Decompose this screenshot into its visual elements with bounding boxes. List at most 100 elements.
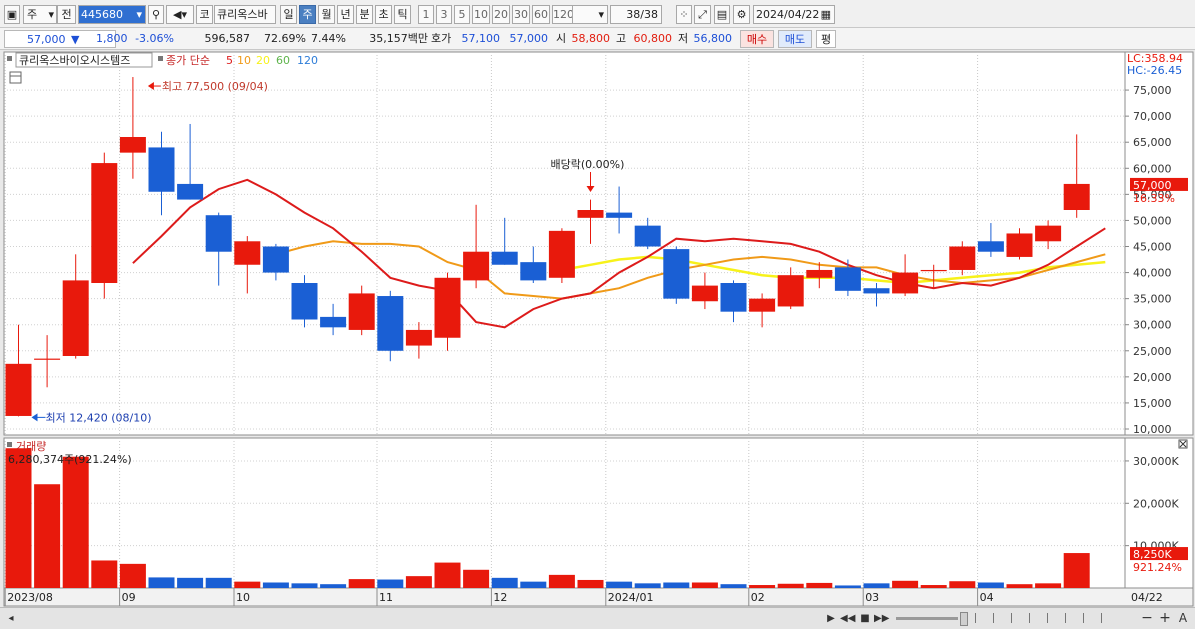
volume-bar — [863, 583, 890, 588]
legend-square-icon — [158, 56, 163, 61]
candle-body — [291, 283, 318, 320]
interval-button-30[interactable]: 30 — [512, 5, 530, 24]
dividend-annotation: 배당락(0.00%) — [551, 158, 625, 171]
interval-button-5[interactable]: 5 — [454, 5, 470, 24]
dropdown-arrow-icon: ▾ — [598, 8, 604, 21]
date-label: 2024/01 — [608, 591, 654, 604]
volume-bar — [91, 560, 118, 588]
stock-code-input[interactable]: 445680 ▾ — [78, 5, 146, 24]
volume-bar — [377, 579, 404, 588]
candle-body — [320, 316, 347, 328]
volume-bar — [634, 583, 661, 588]
interval-button-1[interactable]: 1 — [418, 5, 434, 24]
grid-icon[interactable]: ⁘ — [676, 5, 692, 24]
stock-name-field[interactable]: 큐리옥스바 — [214, 5, 276, 24]
flat-button[interactable]: 평 — [816, 30, 836, 48]
prev-button[interactable]: 전 — [57, 5, 76, 24]
date-input[interactable]: 2024/04/22 ▦ — [753, 5, 835, 24]
bid-price: 57,000 — [509, 32, 549, 45]
candle-body — [634, 225, 661, 247]
current-price: 57,000 — [27, 33, 66, 46]
candle-body — [119, 137, 146, 153]
zoom-slider-track[interactable] — [896, 617, 958, 620]
price-tick-label: 25,000 — [1133, 345, 1172, 358]
ask-price: 57,100 — [461, 32, 501, 45]
candle-body — [749, 298, 776, 312]
period-tab-1[interactable]: 주 — [299, 5, 316, 24]
buy-button[interactable]: 매수 — [740, 30, 774, 48]
candle-body — [34, 358, 61, 360]
candle-body — [491, 251, 518, 265]
low-price: 56,800 — [693, 32, 733, 45]
stop-icon[interactable]: ■ — [858, 611, 872, 626]
period-tab-5[interactable]: 초 — [375, 5, 392, 24]
candle-body — [348, 293, 375, 330]
zoom-tick — [993, 613, 994, 623]
hc-label: HC:-26.45 — [1127, 64, 1182, 77]
candle-body — [234, 241, 261, 265]
quote-bar: 57,000 ▼ 1,800 -3.06% 596,587 72.69% 7.4… — [0, 28, 1195, 50]
dropdown-arrow-icon: ▾ — [136, 8, 142, 21]
price-tick-label: 35,000 — [1133, 293, 1172, 306]
volume-bar — [62, 456, 89, 588]
volume-bar — [777, 583, 804, 588]
type-select[interactable]: 주 ▾ — [23, 5, 57, 24]
window-icon[interactable]: ▣ — [4, 5, 20, 24]
interval-button-60[interactable]: 60 — [532, 5, 550, 24]
zoom-out-icon[interactable]: − — [1140, 611, 1154, 626]
candle-body — [892, 272, 919, 294]
volume-tick-label: 20,000K — [1133, 497, 1179, 510]
settings-gear-icon[interactable]: ⚙ — [733, 5, 750, 24]
volume-title: 거래량 — [16, 440, 46, 453]
speaker-icon[interactable]: ◀▾ — [166, 5, 194, 24]
period-tab-3[interactable]: 년 — [337, 5, 354, 24]
period-tab-4[interactable]: 분 — [356, 5, 373, 24]
volume-bar — [892, 580, 919, 588]
legend-stock-name: 큐리옥스바이오시스템즈 — [19, 54, 130, 67]
save-icon[interactable]: ▤ — [714, 5, 730, 24]
turnover-rate: 7.44% — [311, 32, 346, 45]
interval-button-10[interactable]: 10 — [472, 5, 490, 24]
price-tick-label: 10,000 — [1133, 423, 1172, 436]
high-annotation: 최고 77,500 (09/04) — [162, 80, 268, 93]
period-tab-2[interactable]: 월 — [318, 5, 335, 24]
period-tab-6[interactable]: 틱 — [394, 5, 411, 24]
auto-scale-icon[interactable]: A — [1176, 611, 1190, 626]
draw-tool-icon[interactable]: ⤢ — [694, 5, 711, 24]
scroll-left-icon[interactable]: ◂ — [4, 611, 18, 626]
horizontal-scrollbar[interactable]: ◂ ▶ ◀◀ ■ ▶▶ − + A — [0, 607, 1195, 629]
interval-button-20[interactable]: 20 — [492, 5, 510, 24]
candle-body — [720, 283, 747, 312]
candle-body — [863, 288, 890, 294]
period-tab-0[interactable]: 일 — [280, 5, 297, 24]
price-tick-label: 40,000 — [1133, 267, 1172, 280]
interval-select[interactable]: ▾ — [572, 5, 608, 24]
rewind-icon[interactable]: ◀◀ — [840, 611, 855, 626]
sell-button[interactable]: 매도 — [778, 30, 812, 48]
chart-svg[interactable]: 2023/08 09 10 11 12 2024/01 02 03 04 04/22 10,000 1… — [0, 50, 1195, 607]
candle-body — [1035, 225, 1062, 242]
count-field[interactable]: 38/38 — [610, 5, 662, 24]
candle-body — [949, 246, 976, 270]
volume-bar — [548, 574, 575, 588]
play-icon[interactable]: ▶ — [824, 611, 838, 626]
volume-bar — [691, 582, 718, 588]
price-tick-label: 15,000 — [1133, 397, 1172, 410]
candle-body — [177, 183, 204, 200]
legend-ma-60: 60 — [276, 54, 290, 67]
price-badge-value: 57,000 — [1133, 179, 1172, 192]
candle-body — [148, 147, 175, 192]
code-button[interactable]: 코 — [196, 5, 213, 24]
zoom-slider-handle[interactable] — [960, 612, 968, 626]
interval-button-3[interactable]: 3 — [436, 5, 452, 24]
fast-forward-icon[interactable]: ▶▶ — [874, 611, 889, 626]
date-value: 2024/04/22 — [756, 8, 820, 21]
date-label: 12 — [493, 591, 507, 604]
volume-bar — [949, 581, 976, 588]
zoom-in-icon[interactable]: + — [1158, 611, 1172, 626]
candle-body — [62, 280, 89, 356]
search-icon[interactable]: ⚲ — [148, 5, 164, 24]
candle-body — [520, 262, 547, 281]
interval-button-120[interactable]: 120 — [552, 5, 574, 24]
volume-bar — [520, 581, 547, 588]
